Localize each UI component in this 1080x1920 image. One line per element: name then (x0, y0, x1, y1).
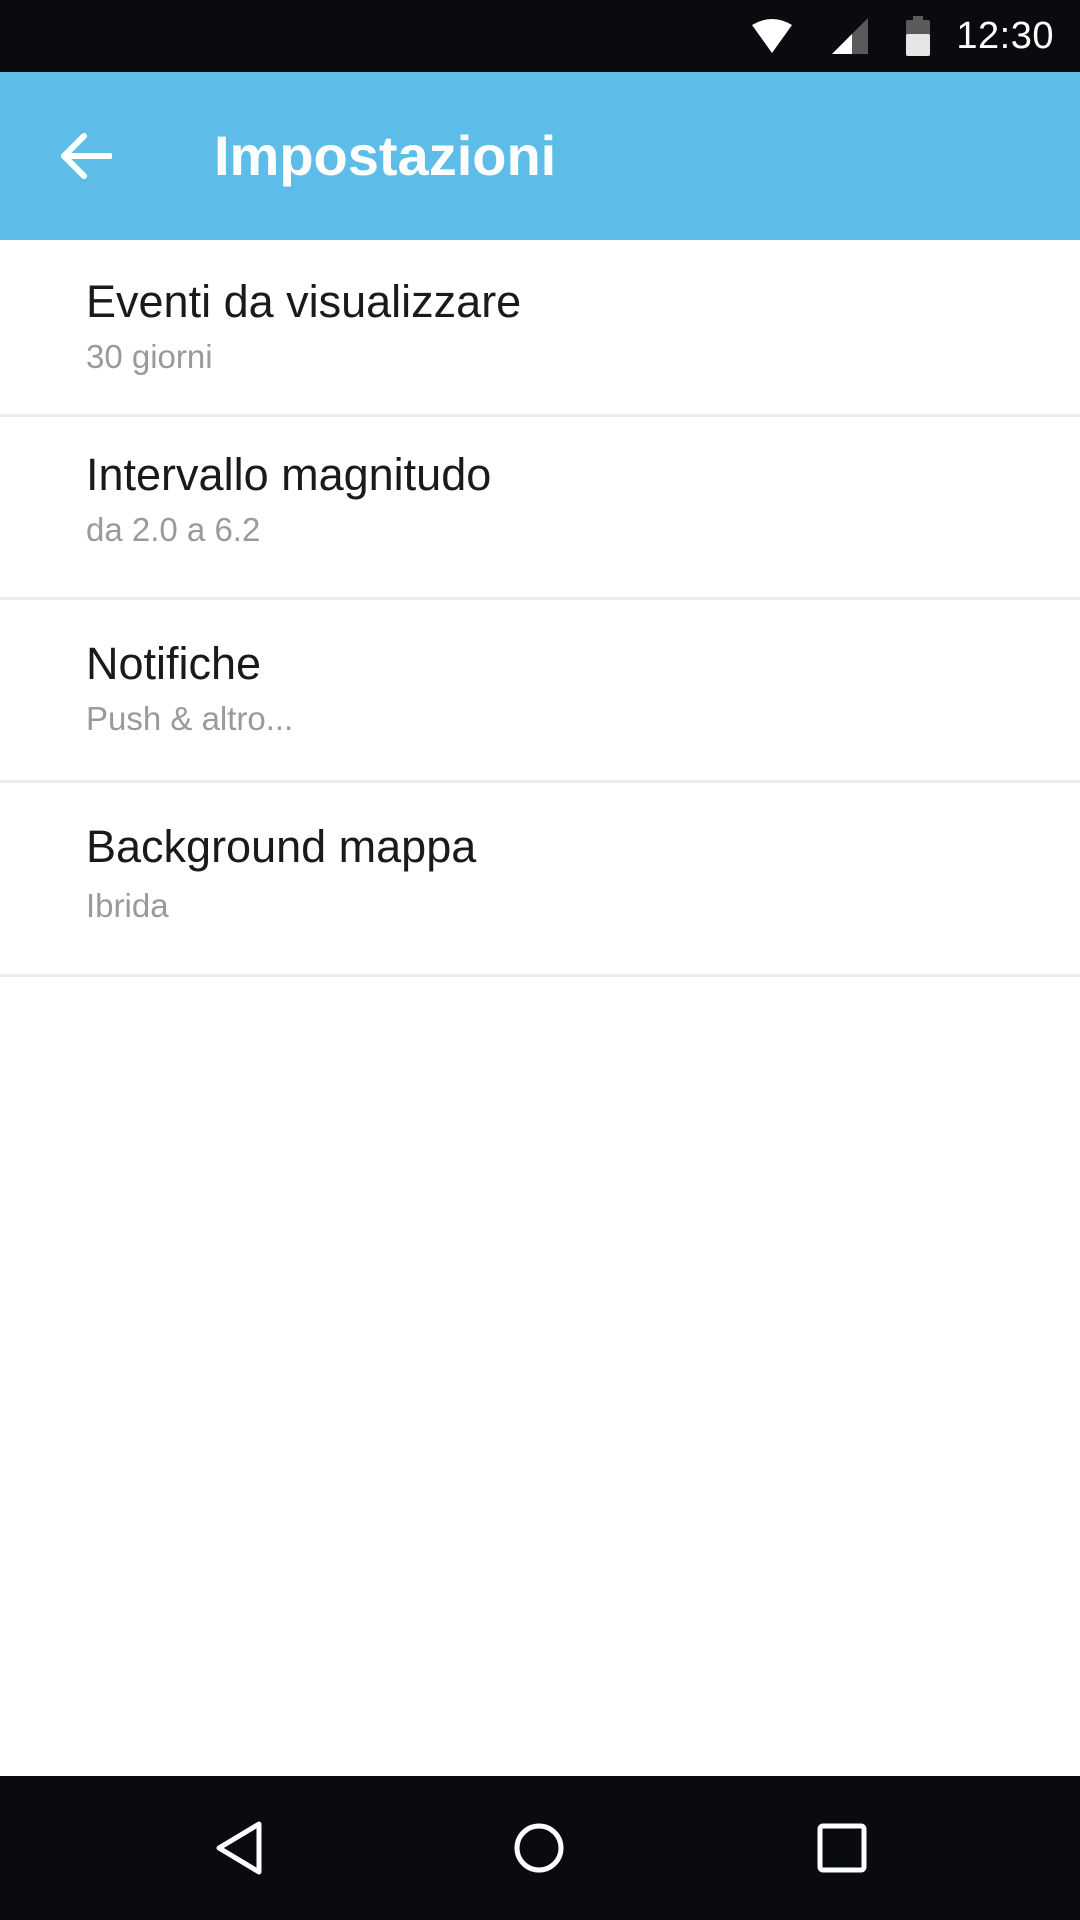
page-title: Impostazioni (214, 124, 557, 187)
setting-summary: Ibrida (86, 887, 169, 924)
setting-summary: Push & altro... (86, 700, 294, 737)
settings-screen: 12:30 Impostazioni Eventi da visualizzar… (0, 0, 1080, 1920)
settings-list: Eventi da visualizzare 30 giorni Interva… (0, 240, 1080, 977)
battery-icon (906, 16, 931, 56)
status-icons: 12:30 (752, 0, 1054, 72)
setting-item-magnitude-range[interactable]: Intervallo magnitudo da 2.0 a 6.2 (0, 417, 1080, 600)
setting-item-notifications[interactable]: Notifiche Push & altro... (0, 600, 1080, 783)
nav-recents-icon (817, 1823, 867, 1873)
setting-title: Eventi da visualizzare (86, 276, 522, 327)
status-bar: 12:30 (0, 0, 1080, 72)
wifi-icon (752, 19, 793, 53)
back-button[interactable] (38, 108, 134, 204)
signal-icon (832, 18, 869, 54)
status-clock: 12:30 (956, 15, 1054, 57)
nav-home-button[interactable] (491, 1800, 587, 1896)
setting-item-events-range[interactable]: Eventi da visualizzare 30 giorni (0, 240, 1080, 417)
nav-back-icon (216, 1821, 262, 1875)
setting-summary: da 2.0 a 6.2 (86, 511, 261, 548)
setting-item-map-background[interactable]: Background mappa Ibrida (0, 783, 1080, 977)
setting-title: Intervallo magnitudo (86, 449, 492, 500)
nav-recents-button[interactable] (794, 1800, 890, 1896)
app-bar: Impostazioni (0, 72, 1080, 240)
nav-home-icon (514, 1823, 564, 1873)
setting-summary: 30 giorni (86, 338, 213, 375)
setting-title: Notifiche (86, 638, 262, 689)
navigation-bar (0, 1776, 1080, 1920)
arrow-back-icon (61, 133, 112, 179)
setting-title: Background mappa (86, 821, 477, 872)
nav-back-button[interactable] (191, 1800, 287, 1896)
